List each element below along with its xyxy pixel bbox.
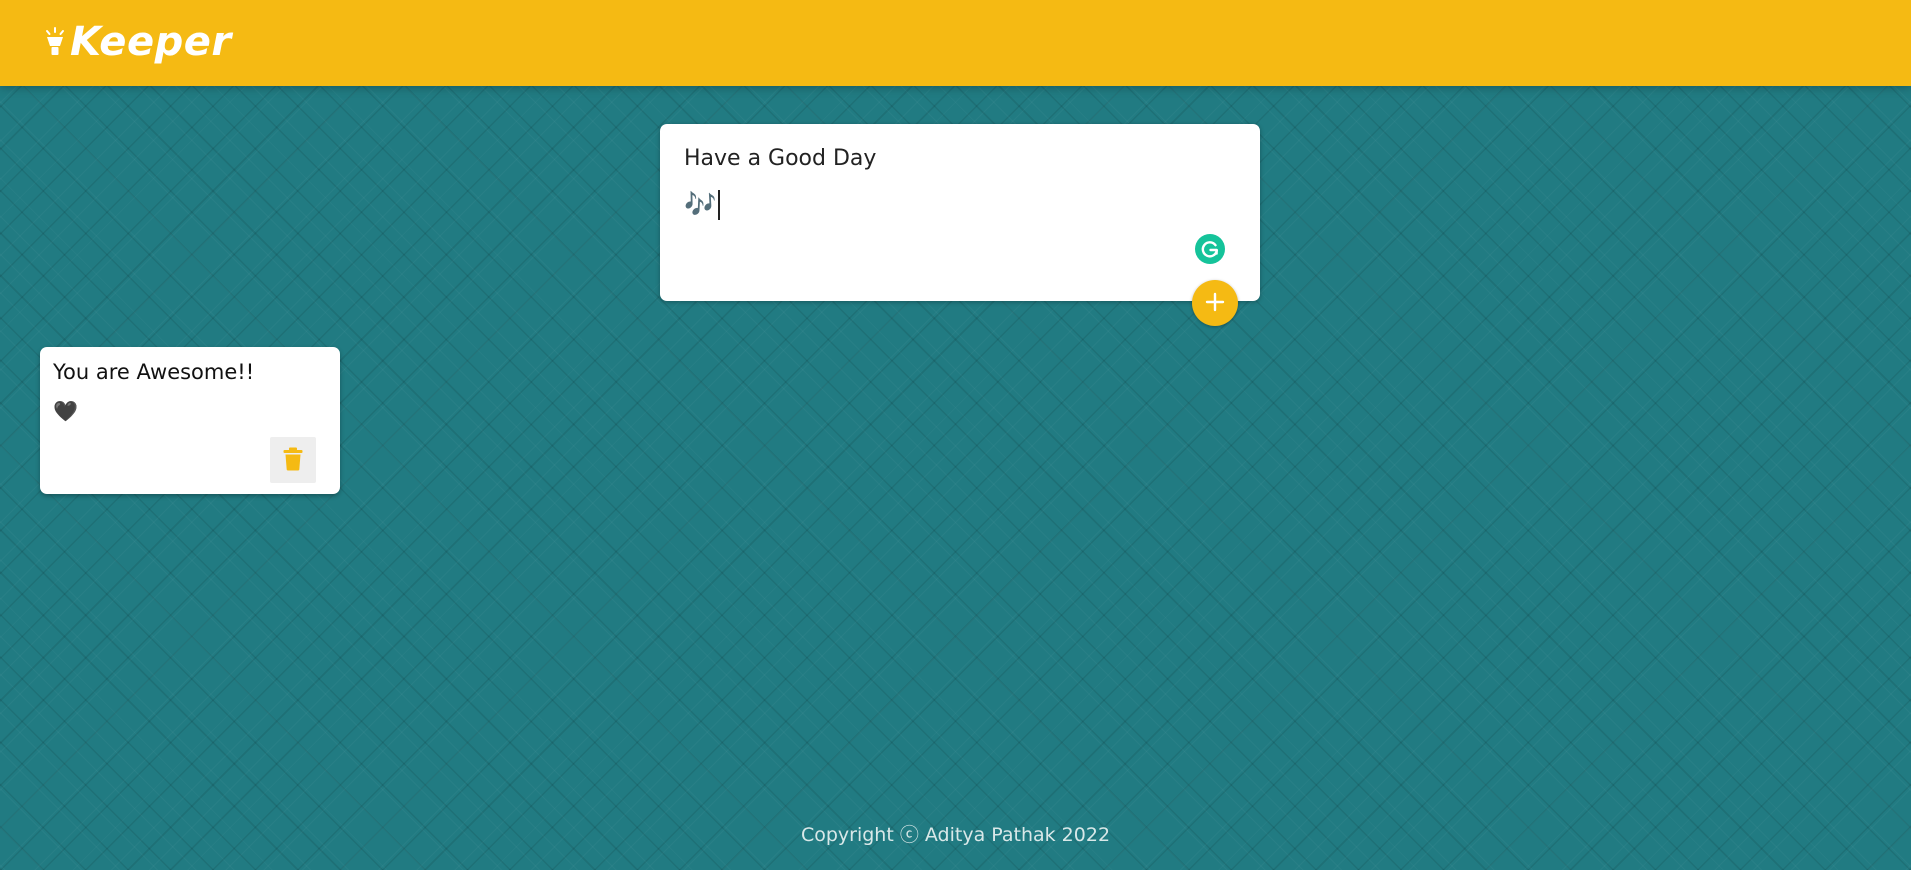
- note-content: 🖤: [53, 399, 78, 423]
- copyright-text: Copyright ⓒ Aditya Pathak 2022: [800, 824, 1111, 846]
- app-header: Keeper: [0, 0, 1911, 86]
- footer: Copyright ⓒ Aditya Pathak 2022: [0, 820, 1911, 847]
- lightbulb-icon: [44, 27, 66, 57]
- brand: Keeper: [44, 18, 232, 66]
- plus-icon: [1204, 291, 1226, 316]
- note-title-input[interactable]: [684, 146, 1224, 171]
- delete-note-button[interactable]: [270, 437, 316, 483]
- create-note-form: 🎶: [660, 124, 1260, 301]
- text-caret: [718, 190, 720, 220]
- note-title: You are Awesome!!: [53, 360, 255, 384]
- trash-icon: [283, 447, 303, 474]
- note-content-input[interactable]: 🎶: [684, 188, 720, 222]
- note-card: You are Awesome!! 🖤: [40, 347, 340, 494]
- app-title: Keeper: [70, 19, 232, 65]
- note-content-text: 🎶: [684, 190, 717, 220]
- grammarly-icon[interactable]: [1195, 234, 1225, 264]
- add-note-button[interactable]: [1192, 280, 1238, 326]
